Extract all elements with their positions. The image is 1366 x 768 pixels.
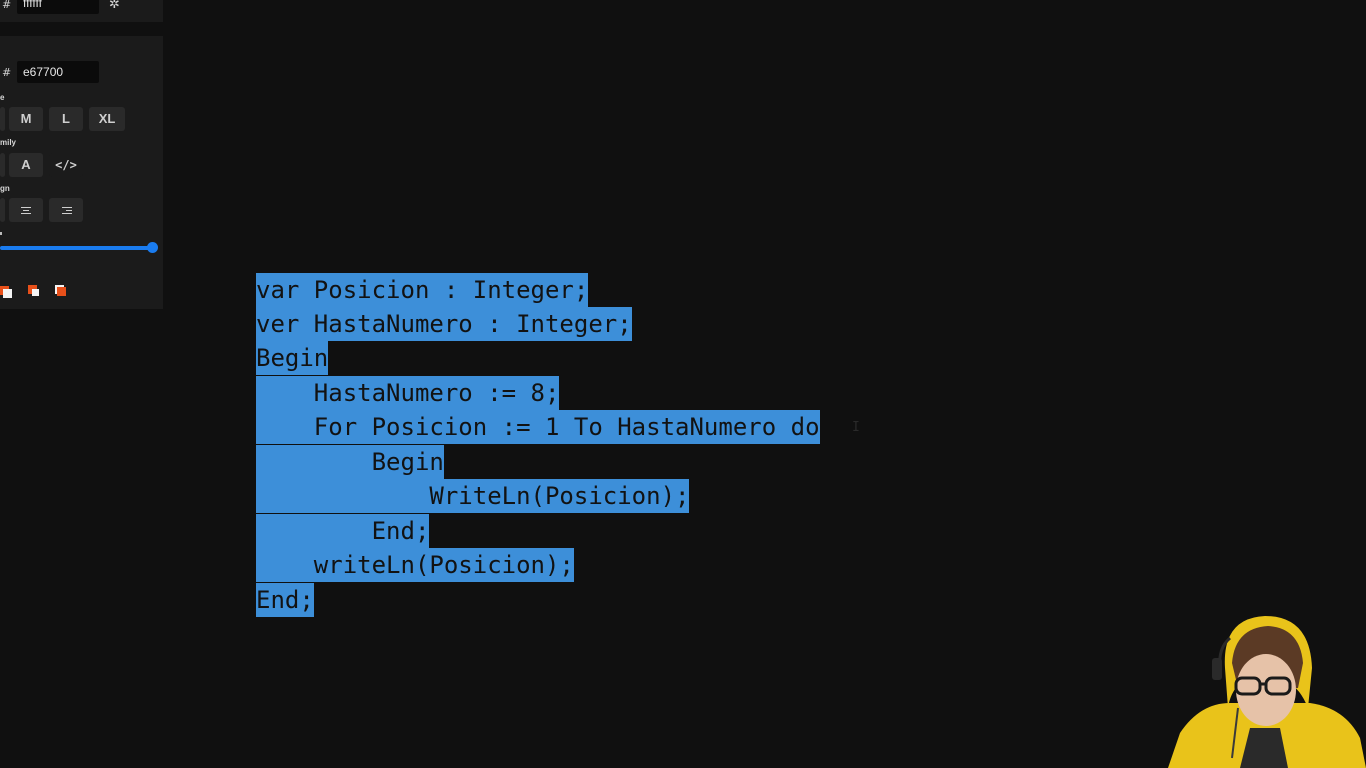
code-line: var Posicion : Integer; (256, 273, 589, 307)
code-line-text: For Posicion := 1 To HastaNumero do (256, 410, 820, 444)
stroke-hash-label: # (2, 0, 12, 11)
code-line: WriteLn(Posicion); (256, 479, 690, 513)
code-line: HastaNumero := 8; (256, 376, 560, 410)
code-line: ver HastaNumero : Integer; (256, 307, 632, 341)
code-line: End; (256, 583, 314, 617)
code-line: For Posicion := 1 To HastaNumero do (256, 410, 820, 444)
code-line-text: HastaNumero := 8; (256, 376, 560, 410)
drawing-canvas[interactable]: # ffffff ✲ # e67700 e M L XL mily A </> … (0, 0, 1366, 768)
align-right-icon (60, 205, 72, 216)
fill-color-input[interactable]: e67700 (17, 61, 99, 83)
code-line-text: End; (256, 514, 430, 548)
size-s-button[interactable] (0, 107, 5, 131)
send-backward-icon[interactable] (27, 284, 41, 298)
size-section-label: e (0, 93, 5, 102)
opacity-slider[interactable] (0, 246, 152, 250)
align-left-button[interactable] (0, 198, 5, 222)
font-code-button[interactable]: </> (49, 153, 83, 177)
fill-hash-label: # (2, 66, 12, 79)
font-family-section-label: mily (0, 138, 17, 147)
code-line-text: ver HastaNumero : Integer; (256, 307, 632, 341)
text-cursor-icon: I (852, 420, 860, 435)
code-line-text: Begin (256, 445, 444, 479)
send-to-back-icon[interactable] (0, 284, 14, 298)
code-line-text: WriteLn(Posicion); (256, 479, 690, 513)
code-line-text: End; (256, 583, 314, 617)
code-line-text: var Posicion : Integer; (256, 273, 589, 307)
code-line: writeLn(Posicion); (256, 548, 574, 582)
code-line-text: writeLn(Posicion); (256, 548, 574, 582)
stroke-color-row: # ffffff ✲ (0, 0, 163, 22)
size-xl-button[interactable]: XL (89, 107, 125, 131)
font-sans-button[interactable]: A (9, 153, 43, 177)
stroke-color-input[interactable]: ffffff (17, 0, 99, 14)
opacity-slider-thumb[interactable] (147, 242, 158, 253)
code-line: Begin (256, 341, 329, 375)
opacity-section-label (0, 232, 2, 235)
align-center-button[interactable] (9, 198, 43, 222)
code-line-text: Begin (256, 341, 329, 375)
align-section-label: gn (0, 184, 10, 193)
gear-icon[interactable]: ✲ (109, 0, 120, 11)
size-l-button[interactable]: L (49, 107, 83, 131)
code-line: Begin (256, 445, 444, 479)
bring-forward-icon[interactable] (54, 284, 68, 298)
size-m-button[interactable]: M (9, 107, 43, 131)
webcam-overlay (1160, 608, 1366, 768)
font-draw-button[interactable] (0, 153, 5, 177)
code-line: End; (256, 514, 430, 548)
align-center-icon (20, 205, 32, 216)
align-right-button[interactable] (49, 198, 83, 222)
